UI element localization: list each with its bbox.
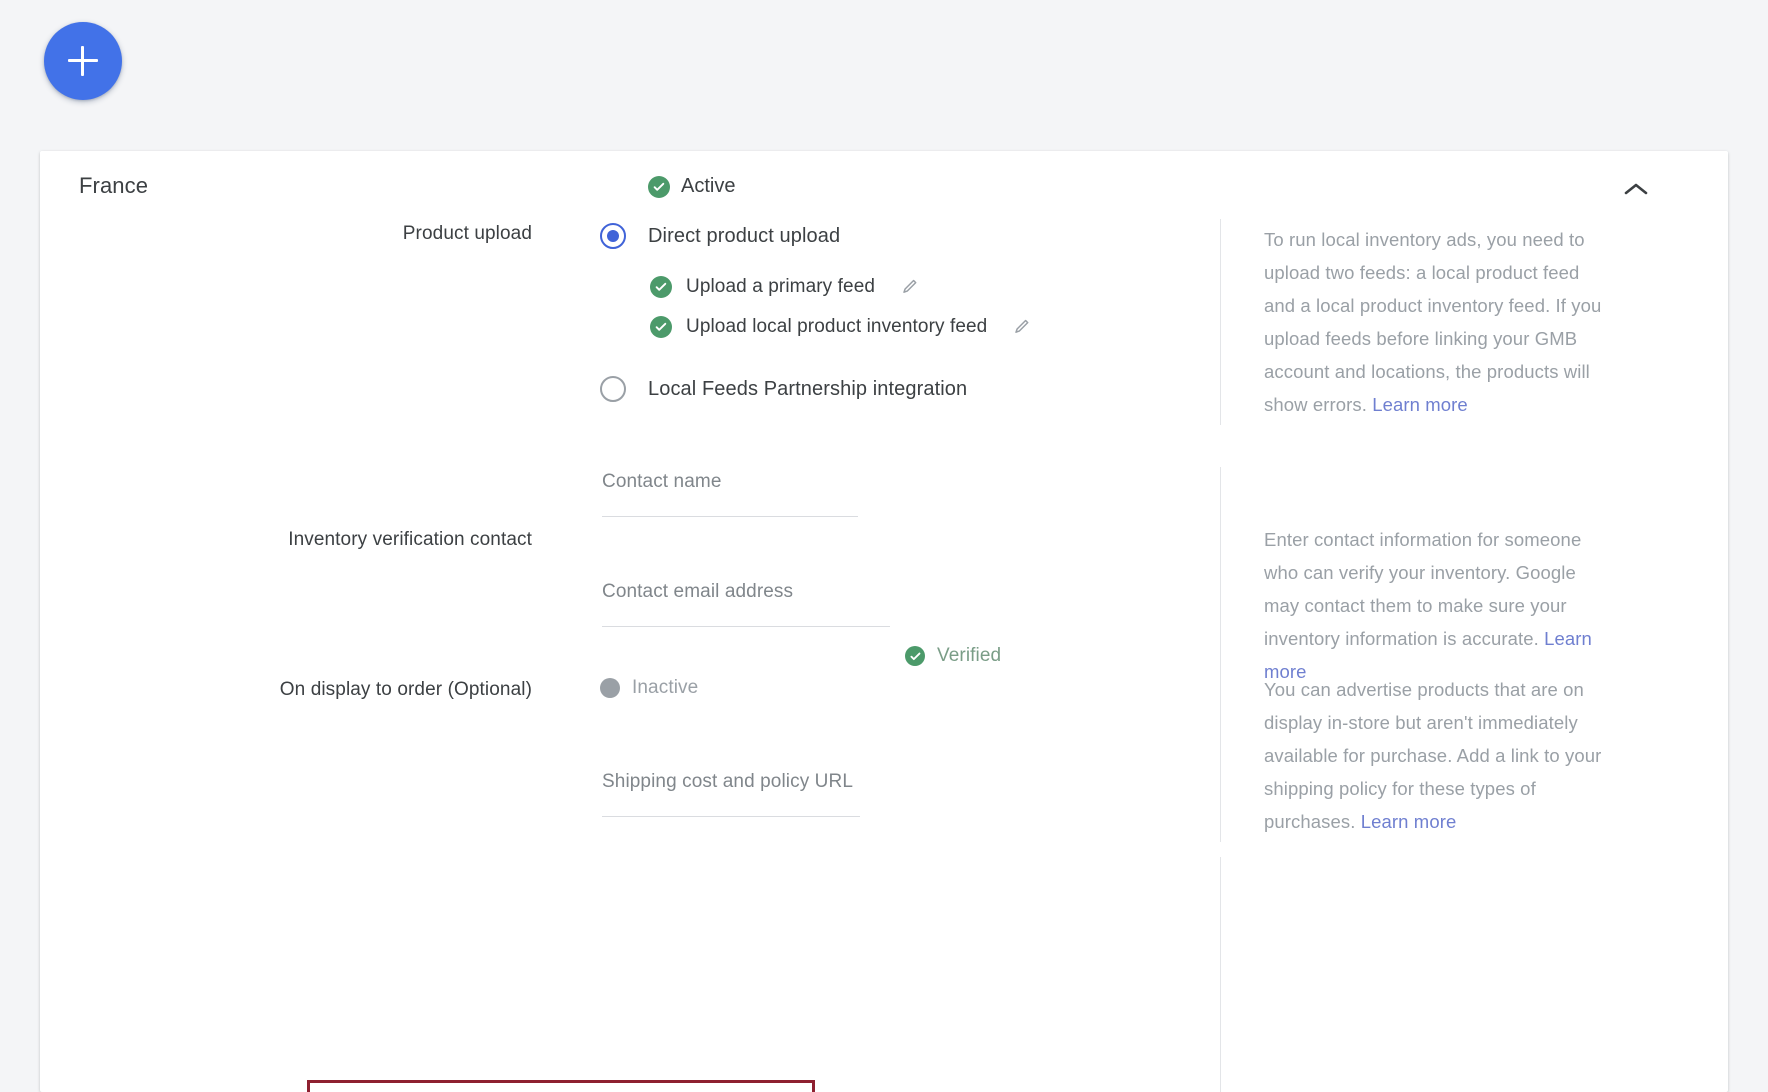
page-title: France <box>79 173 149 198</box>
on-display-controls: Inactive Shipping cost and policy URL <box>600 661 1220 838</box>
product-upload-controls: Direct product upload Upload a primary f… <box>600 223 1220 421</box>
input-underline <box>602 516 858 517</box>
radio-selected-icon <box>600 223 626 249</box>
contact-email-input[interactable]: Contact email address <box>602 581 890 627</box>
section-label-product-upload: Product upload <box>402 223 532 244</box>
help-body: To run local inventory ads, you need to … <box>1264 229 1602 415</box>
radio-direct-product-upload[interactable]: Direct product upload <box>600 223 840 249</box>
contact-name-input[interactable]: Contact name <box>602 471 858 517</box>
section-label-inventory-verification-contact: Inventory verification contact <box>288 529 532 550</box>
radio-unselected-icon <box>600 376 626 402</box>
edit-local-inventory-feed-button[interactable] <box>1009 315 1036 338</box>
input-underline <box>602 816 860 817</box>
inventory-contact-controls: Contact name Contact email address Verif… <box>600 471 1220 688</box>
status-badge: Active <box>648 175 735 198</box>
help-body: Enter contact information for someone wh… <box>1264 529 1582 649</box>
card-header: France Active <box>40 151 1728 223</box>
learn-more-link[interactable]: Learn more <box>1361 811 1457 832</box>
plus-icon <box>66 44 100 78</box>
pencil-icon <box>1015 319 1029 333</box>
page-background: France Active Product upload Direct prod… <box>0 0 1768 1092</box>
substep-primary-feed: Upload a primary feed <box>650 275 1220 298</box>
section-product-upload: Product upload Direct product upload Upl… <box>40 219 1728 425</box>
grey-dot-icon <box>600 678 620 698</box>
edit-primary-feed-button[interactable] <box>897 275 924 298</box>
input-underline <box>602 626 890 627</box>
check-circle-icon <box>650 275 672 298</box>
country-settings-card: France Active Product upload Direct prod… <box>40 151 1728 1092</box>
contact-email-placeholder: Contact email address <box>602 581 794 602</box>
check-circle-icon <box>648 175 670 198</box>
collapse-card-button[interactable] <box>1612 165 1660 213</box>
substep-label: Upload a primary feed <box>686 275 876 297</box>
on-display-status-label: Inactive <box>632 677 699 698</box>
status-badge-label: Active <box>681 175 736 197</box>
chevron-up-icon <box>1624 183 1648 195</box>
section-inventory-verification: Inventory verification Verified After yo… <box>40 857 1728 1092</box>
radio-label: Local Feeds Partnership integration <box>648 377 968 400</box>
check-circle-icon <box>650 315 672 338</box>
section-label-on-display-to-order: On display to order (Optional) <box>279 679 532 700</box>
radio-label: Direct product upload <box>648 224 841 247</box>
radio-local-feeds-partnership[interactable]: Local Feeds Partnership integration <box>600 376 967 402</box>
help-text: You can advertise products that are on d… <box>1264 673 1614 838</box>
help-inventory-verification-contact: Enter contact information for someone wh… <box>1220 467 1728 692</box>
on-display-status-badge: Inactive <box>600 677 698 699</box>
section-label-inventory-verification: Inventory verification <box>40 861 600 1092</box>
product-upload-substeps: Upload a primary feed Upload local produ… <box>650 275 1220 338</box>
learn-more-link[interactable]: Learn more <box>1372 394 1468 415</box>
substep-local-inventory-feed: Upload local product inventory feed <box>650 315 1220 338</box>
help-product-upload: To run local inventory ads, you need to … <box>1220 219 1728 425</box>
shipping-policy-url-input[interactable]: Shipping cost and policy URL <box>602 771 860 817</box>
help-text: To run local inventory ads, you need to … <box>1264 223 1614 421</box>
help-inventory-verification: After you upload your products, we may r… <box>1220 857 1728 1092</box>
section-inventory-verification-contact: Inventory verification contact Contact n… <box>40 467 1728 692</box>
substep-label: Upload local product inventory feed <box>686 315 988 337</box>
help-on-display-to-order: You can advertise products that are on d… <box>1220 657 1728 842</box>
pencil-icon <box>903 279 917 293</box>
section-on-display-to-order: On display to order (Optional) Inactive … <box>40 657 1728 842</box>
add-button[interactable] <box>44 22 122 100</box>
contact-name-placeholder: Contact name <box>602 471 722 492</box>
shipping-policy-url-placeholder: Shipping cost and policy URL <box>602 771 853 792</box>
help-body: You can advertise products that are on d… <box>1264 679 1602 832</box>
inventory-verification-controls: Verified <box>600 861 1220 1092</box>
